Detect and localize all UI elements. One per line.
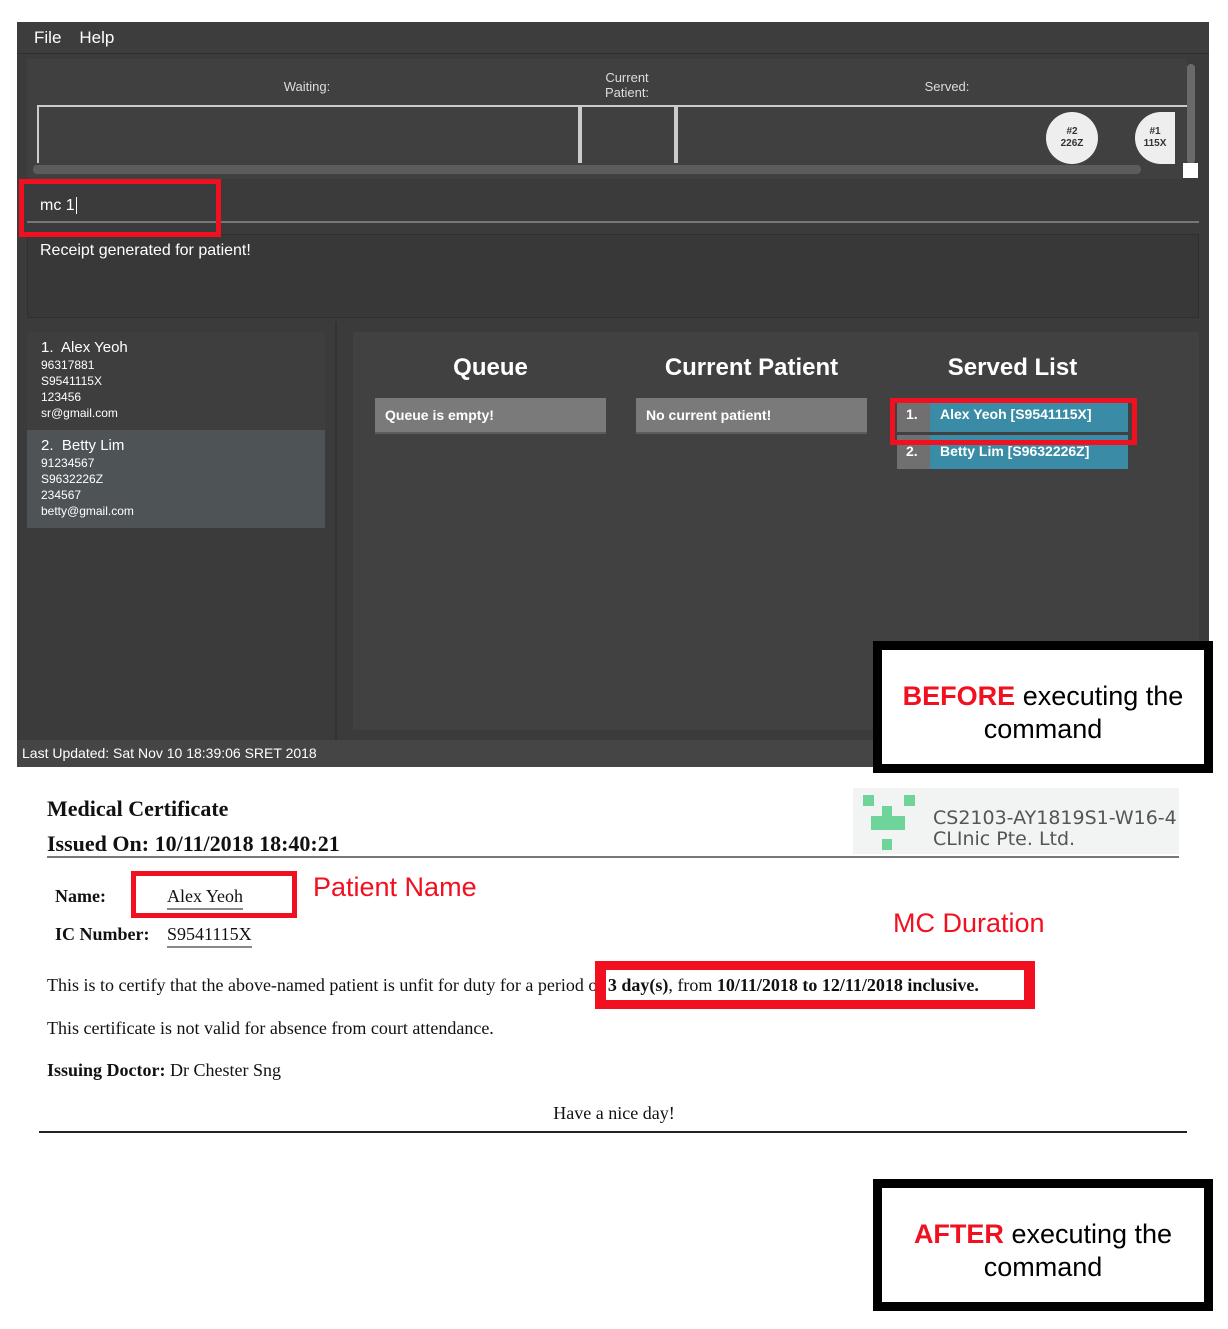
scroll-corner [1183, 163, 1198, 178]
patient-card[interactable]: 1. Alex Yeoh 96317881 S9541115X 123456 sr@g… [27, 332, 325, 430]
issuing-doctor: Issuing Doctor: Dr Chester Sng [47, 1060, 282, 1080]
footer-divider [39, 1131, 1187, 1133]
mc-duration-annotation: MC Duration [893, 908, 1045, 938]
closing-text: Have a nice day! [553, 1103, 675, 1123]
horizontal-scrollbar[interactable] [33, 165, 1141, 174]
current-empty-cell: No current patient! [636, 398, 867, 434]
patient-name-annotation: Patient Name [313, 872, 477, 902]
clinic-cross-icon [863, 795, 915, 850]
current-patient-label: Current Patient: [604, 70, 650, 100]
queue-display-panel: Waiting: Current Patient: Served: #2 226Z… [27, 59, 1187, 179]
served-list-title: Served List [947, 354, 1078, 381]
served-label: Served: [924, 79, 970, 94]
certificate-title: Medical Certificate [47, 796, 229, 821]
waiting-label: Waiting: [283, 79, 331, 94]
highlight-command [19, 179, 221, 237]
queue-empty-cell: Queue is empty! [375, 398, 606, 434]
after-annotation: AFTER executing the command [873, 1179, 1213, 1311]
highlight-name [131, 871, 297, 918]
result-display: Receipt generated for patient! [27, 234, 1199, 318]
issued-on: Issued On: 10/11/2018 18:40:21 [47, 831, 340, 856]
menu-file[interactable]: File [34, 28, 61, 47]
menu-help[interactable]: Help [79, 28, 114, 47]
highlight-duration [595, 961, 1035, 1009]
header-divider [47, 856, 1179, 858]
before-annotation: BEFORE executing the command [873, 641, 1213, 773]
menu-bar: File Help [17, 22, 1209, 54]
queue-title: Queue [453, 354, 528, 381]
served-ticket: #2 226Z [1046, 112, 1098, 164]
patient-list: 1. Alex Yeoh 96317881 S9541115X 123456 sr@g… [27, 332, 325, 528]
clinic-logo: CS2103-AY1819S1-W16-4 CLInic Pte. Ltd. [853, 788, 1179, 854]
waiting-box [37, 105, 580, 163]
name-label: Name: [55, 886, 106, 906]
current-patient-title: Current Patient [664, 354, 839, 381]
vertical-scrollbar[interactable] [1187, 64, 1195, 164]
served-box [676, 105, 1187, 163]
divider [335, 322, 337, 740]
ic-label: IC Number: [55, 924, 150, 944]
patient-card[interactable]: 2. Betty Lim 91234567 S9632226Z 234567 bett… [27, 430, 325, 528]
highlight-served-row [890, 398, 1137, 445]
court-text: This certificate is not valid for absenc… [47, 1018, 494, 1038]
ic-value: S9541115X [167, 924, 252, 948]
current-patient-box [580, 105, 676, 163]
